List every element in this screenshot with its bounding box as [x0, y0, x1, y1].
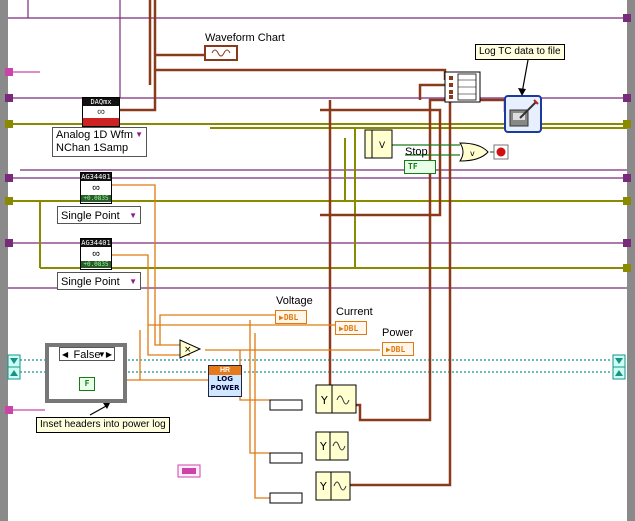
while-loop-left-border: [0, 0, 8, 521]
glasses-icon: ∞: [92, 182, 100, 194]
ag34401-vi-2[interactable]: AG34401 ∞ +0.0835: [80, 238, 112, 270]
ag34401-header-2: AG34401: [81, 239, 111, 247]
svg-text:v: v: [470, 149, 475, 158]
stop-label: Stop: [405, 146, 428, 158]
case-dropdown-icon[interactable]: ▼▶: [98, 348, 112, 362]
or-node[interactable]: v: [459, 142, 489, 162]
write-to-file-vi[interactable]: [504, 95, 542, 133]
ag34401-mode-selector-1[interactable]: Single Point: [57, 206, 141, 225]
callout-arrows: [89, 59, 529, 416]
case-prev-icon[interactable]: ◀: [62, 348, 68, 362]
ag34401-header-1: AG34401: [81, 173, 111, 181]
build-waveform-nodes[interactable]: Y Y Y: [315, 384, 357, 501]
inset-headers-annotation: Inset headers into power log: [36, 417, 170, 433]
current-indicator[interactable]: ▶DBL: [335, 321, 367, 335]
daqmx-mode-line2: NChan 1Samp: [56, 142, 129, 154]
array-subset-nodes[interactable]: [269, 399, 303, 504]
log-power-line2: POWER: [210, 384, 240, 392]
power-indicator[interactable]: ▶DBL: [382, 342, 414, 356]
log-power-header: HR: [209, 366, 241, 375]
bundle-node[interactable]: V: [364, 129, 393, 159]
stop-tf-terminal[interactable]: TF: [404, 160, 436, 174]
ag34401-display-1: +0.0835: [81, 195, 111, 202]
svg-text:Y: Y: [319, 440, 327, 453]
daqmx-mode-line1: Analog 1D Wfm: [56, 129, 134, 141]
log-tc-annotation: Log TC data to file: [475, 44, 565, 60]
daqmx-header: DAQmx: [83, 98, 119, 106]
ag34401-mode-selector-2[interactable]: Single Point: [57, 272, 141, 291]
daqmx-polymorphic-selector[interactable]: Analog 1D Wfm NChan 1Samp: [52, 127, 147, 157]
case-selector[interactable]: ◀ False ▼▶: [59, 347, 115, 361]
shift-register-left: [7, 354, 21, 380]
power-label: Power: [382, 327, 414, 339]
shift-register-right: [612, 354, 626, 380]
svg-text:Y: Y: [319, 480, 327, 493]
svg-text:Y: Y: [320, 394, 328, 407]
build-array-node[interactable]: [444, 71, 481, 103]
case-structure[interactable]: ◀ False ▼▶ F: [45, 343, 127, 403]
svg-text:×: ×: [184, 345, 192, 355]
svg-text:V: V: [379, 141, 386, 151]
ag34401-vi-1[interactable]: AG34401 ∞ +0.0835: [80, 172, 112, 204]
false-constant[interactable]: F: [79, 377, 95, 391]
daqmx-read-vi[interactable]: DAQmx ∞: [82, 97, 120, 127]
stop-terminal-icon[interactable]: [493, 144, 509, 160]
daqmx-glasses-icon: ∞: [97, 106, 105, 118]
log-power-subvi[interactable]: HR LOG POWER: [208, 365, 242, 397]
glasses-icon: ∞: [92, 248, 100, 260]
while-loop-right-border: [627, 0, 635, 521]
waveform-chart-label: Waveform Chart: [205, 32, 285, 44]
ag34401-display-2: +0.0835: [81, 261, 111, 268]
log-power-line1: LOG: [217, 375, 233, 383]
current-label: Current: [336, 306, 373, 318]
voltage-label: Voltage: [276, 295, 313, 307]
case-selector-value: False: [73, 349, 101, 361]
waveform-chart-terminal[interactable]: [204, 45, 238, 61]
voltage-indicator[interactable]: ▶DBL: [275, 310, 307, 324]
array-constant-icon[interactable]: [177, 464, 201, 478]
